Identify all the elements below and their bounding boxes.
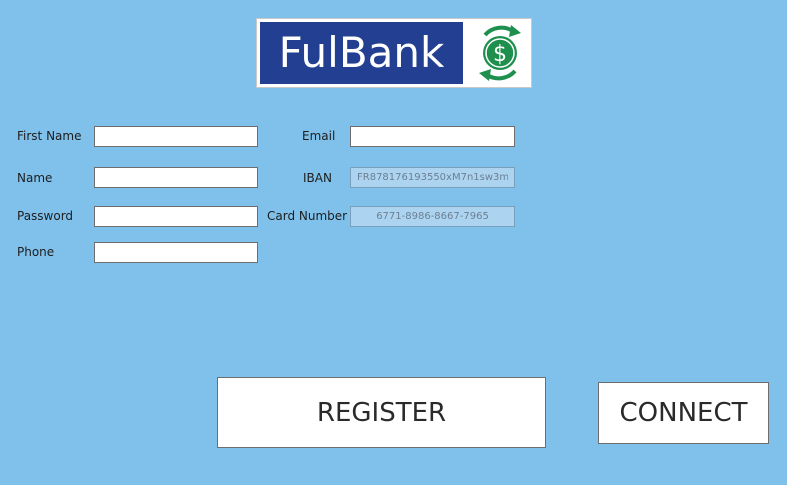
connect-button[interactable]: CONNECT — [598, 382, 769, 444]
name-input[interactable] — [94, 167, 258, 188]
fulbank-logo: FulBank $ — [256, 18, 532, 88]
email-input[interactable] — [350, 126, 515, 147]
card-number-label: Card Number — [267, 209, 348, 223]
svg-text:$: $ — [493, 42, 507, 67]
password-input[interactable] — [94, 206, 258, 227]
dollar-exchange-icon: $ — [479, 25, 521, 81]
register-button[interactable]: REGISTER — [217, 377, 546, 448]
password-label: Password — [17, 209, 74, 223]
name-label: Name — [17, 171, 53, 185]
phone-input[interactable] — [94, 242, 258, 263]
first-name-input[interactable] — [94, 126, 258, 147]
phone-label: Phone — [17, 245, 55, 259]
logo-text: FulBank — [278, 28, 445, 77]
iban-field — [350, 167, 515, 188]
first-name-label: First Name — [17, 129, 82, 143]
card-number-field — [350, 206, 515, 227]
logo-wordmark-panel: FulBank — [260, 22, 463, 84]
email-label: Email — [302, 129, 336, 143]
iban-label: IBAN — [303, 171, 332, 185]
